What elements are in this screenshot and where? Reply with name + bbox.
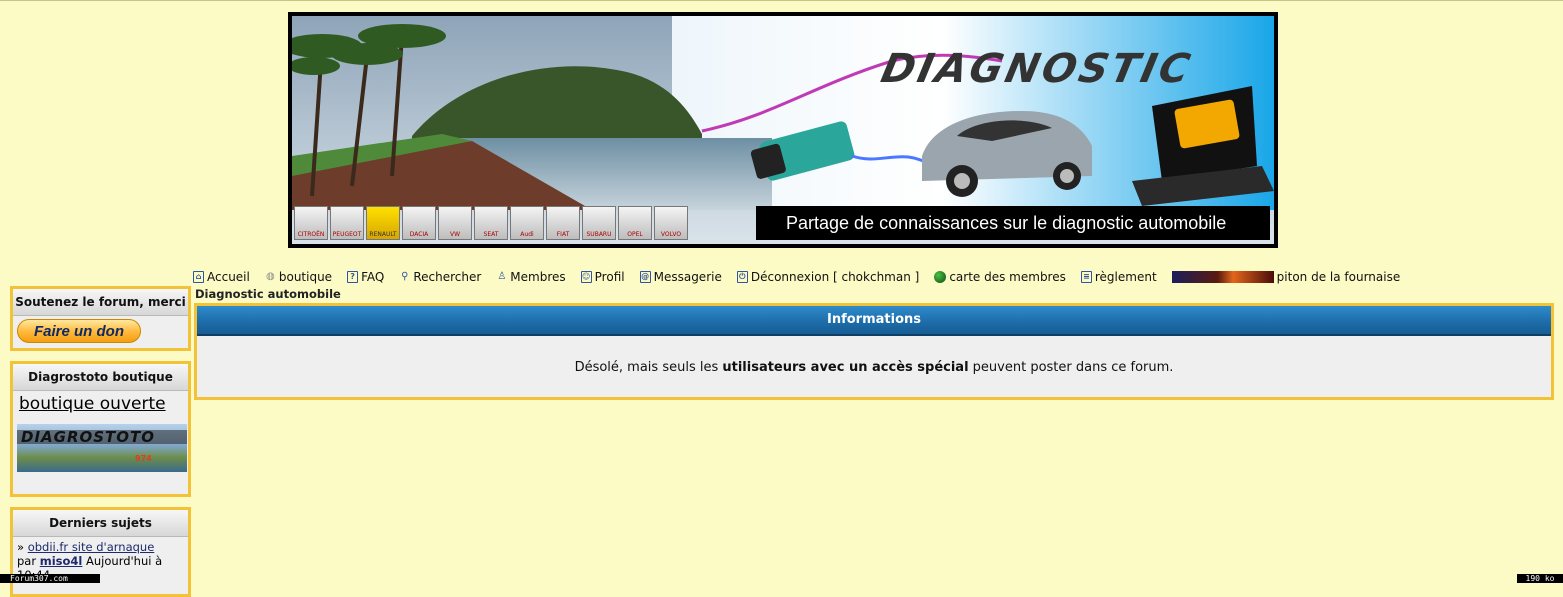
nav-label: piton de la fournaise	[1276, 270, 1401, 284]
rules-icon: ≡	[1080, 271, 1092, 283]
footer-forum-link[interactable]: Forum307.com	[0, 574, 100, 583]
messaging-icon: @	[639, 271, 651, 283]
shop-title: Diagrostoto boutique	[13, 364, 188, 391]
nav-label: Membres	[510, 270, 566, 284]
members-icon: ♙	[497, 271, 507, 282]
banner-title: DIAGNOSTIC	[877, 46, 1197, 92]
message-highlight: utilisateurs avec un accès spécial	[722, 360, 969, 375]
donate-button[interactable]: Faire un don	[17, 319, 141, 343]
nav-label: Rechercher	[413, 270, 482, 284]
home-icon: ⌂	[193, 271, 204, 283]
nav-label: règlement	[1094, 270, 1157, 284]
banner-image: DIAGNOSTIC CITROËN PEUGEOT RENAULT DACIA…	[292, 16, 1274, 244]
brand-logo: VW	[438, 206, 472, 240]
recent-topic-link[interactable]: obdii.fr site d'arnaque	[28, 540, 155, 554]
volcano-banner-icon	[1171, 271, 1274, 283]
nav-label: Déconnexion [ chokchman ]	[750, 270, 920, 284]
support-title: Soutenez le forum, merci	[13, 289, 188, 316]
information-message: Désolé, mais seuls les utilisateurs avec…	[197, 360, 1551, 375]
forum-name-breadcrumb[interactable]: Diagnostic automobile	[195, 287, 341, 301]
nav-messaging[interactable]: @ Messagerie	[639, 270, 722, 284]
globe-icon	[934, 271, 947, 283]
nav-home[interactable]: ⌂ Accueil	[193, 270, 250, 284]
shop-icon: ◍	[265, 271, 275, 282]
information-panel: Informations Désolé, mais seuls les util…	[194, 303, 1554, 400]
brand-logo: SEAT	[474, 206, 508, 240]
shop-banner-image[interactable]: DIAGROSTOTO 974	[17, 424, 187, 472]
recent-topics-box: Derniers sujets » obdii.fr site d'arnaqu…	[10, 507, 191, 597]
profile-icon: ☺	[580, 271, 592, 283]
message-text: Désolé, mais seuls les	[574, 360, 723, 375]
nav-volcano[interactable]: piton de la fournaise	[1171, 270, 1401, 284]
faq-icon: ?	[347, 271, 359, 283]
brand-logo: CITROËN	[294, 206, 328, 240]
recent-topic-author[interactable]: miso4l	[40, 554, 83, 568]
information-title: Informations	[197, 306, 1551, 336]
nav-logout[interactable]: ⏻ Déconnexion [ chokchman ]	[736, 270, 920, 284]
shop-banner-text: DIAGROSTOTO	[21, 428, 156, 446]
nav-profile[interactable]: ☺ Profil	[580, 270, 625, 284]
brand-logo: PEUGEOT	[330, 206, 364, 240]
footer-page-size: 190 ko	[1517, 574, 1563, 583]
nav-search[interactable]: ⚲ Rechercher	[399, 270, 481, 284]
message-text-end: peuvent poster dans ce forum.	[968, 360, 1174, 375]
nav-shop[interactable]: ◍ boutique	[265, 270, 332, 284]
brand-logo: VOLVO	[654, 206, 688, 240]
brand-logo: FIAT	[546, 206, 580, 240]
support-box: Soutenez le forum, merci Faire un don	[10, 286, 191, 351]
brand-logo: OPEL	[618, 206, 652, 240]
site-banner[interactable]: DIAGNOSTIC CITROËN PEUGEOT RENAULT DACIA…	[288, 12, 1278, 248]
nav-label: carte des membres	[949, 270, 1066, 284]
shop-open-link[interactable]: boutique ouverte	[19, 394, 184, 414]
recent-topic-date: Aujourd'hui à	[86, 554, 163, 568]
logout-icon: ⏻	[736, 271, 748, 283]
brand-logo: Audi	[510, 206, 544, 240]
nav-label: Profil	[594, 270, 625, 284]
top-divider	[0, 0, 1563, 1]
nav-rules[interactable]: ≡ règlement	[1080, 270, 1157, 284]
main-navigation: ⌂ Accueil ◍ boutique ? FAQ ⚲ Rechercher …	[193, 268, 1493, 286]
brand-logo: DACIA	[402, 206, 436, 240]
nav-faq[interactable]: ? FAQ	[347, 270, 384, 284]
bullet: »	[17, 540, 25, 554]
nav-members[interactable]: ♙ Membres	[496, 270, 565, 284]
brand-logo: RENAULT	[366, 206, 400, 240]
nav-label: boutique	[278, 270, 333, 284]
brand-logo: SUBARU	[582, 206, 616, 240]
shop-banner-sub: 974	[135, 454, 152, 463]
banner-tagline: Partage de connaissances sur le diagnost…	[756, 206, 1270, 240]
brand-logos: CITROËN PEUGEOT RENAULT DACIA VW SEAT Au…	[294, 206, 688, 240]
search-icon: ⚲	[401, 271, 409, 282]
recent-topics-title: Derniers sujets	[13, 510, 188, 537]
nav-member-map[interactable]: carte des membres	[934, 270, 1066, 284]
nav-label: Messagerie	[653, 270, 722, 284]
nav-label: FAQ	[361, 270, 385, 284]
nav-label: Accueil	[207, 270, 250, 284]
by-label: par	[17, 554, 37, 568]
shop-box: Diagrostoto boutique boutique ouverte DI…	[10, 361, 191, 497]
